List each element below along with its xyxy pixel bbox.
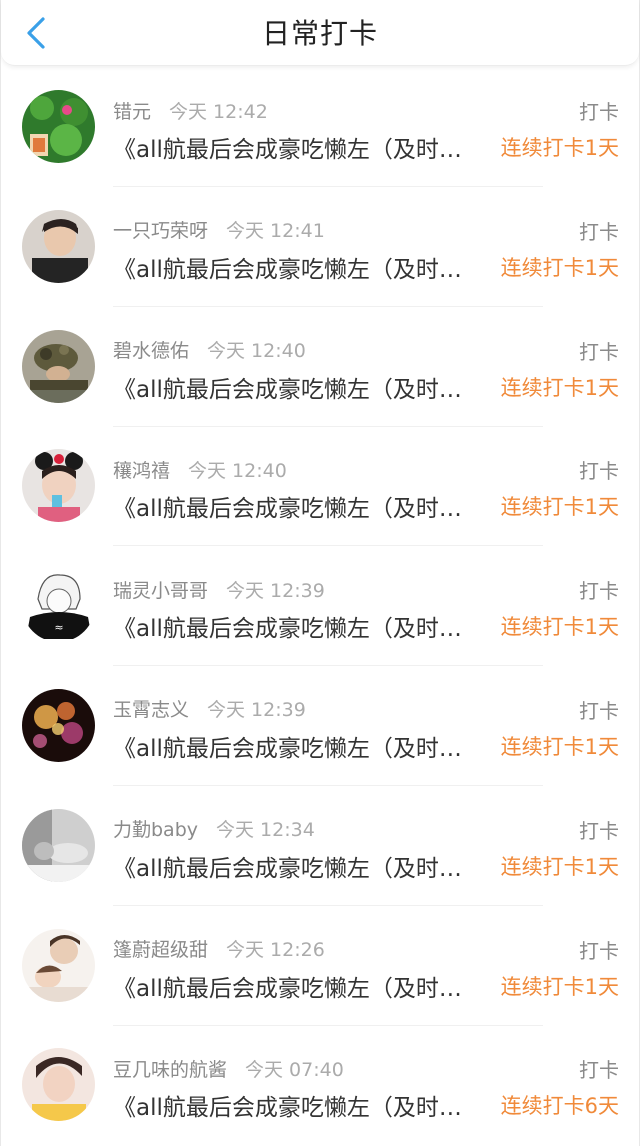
- user-name[interactable]: 碧水德佑: [113, 336, 189, 363]
- timestamp: 今天 12:26: [226, 939, 325, 962]
- checkin-tag: 打卡: [579, 579, 619, 604]
- streak-label: 连续打卡1天: [500, 974, 619, 999]
- avatar[interactable]: [22, 688, 95, 762]
- list-item[interactable]: 篷蔚超级甜 今天 12:26 打卡 《all航最后会成豪吃懒左（及时… 连续打卡…: [1, 927, 639, 1047]
- list-item[interactable]: 错元 今天 12:42 打卡 《all航最后会成豪吃懒左（及时… 连续打卡1天: [1, 88, 639, 208]
- user-name[interactable]: 穰鸿禧: [113, 456, 170, 483]
- streak-label: 连续打卡1天: [500, 255, 619, 280]
- user-name[interactable]: 力勤baby: [113, 815, 198, 842]
- app-screen: 日常打卡 错元 今天 12:42 打卡 《all航最后会成豪吃懒左（及时… 连续…: [0, 0, 640, 1146]
- timestamp: 今天 07:40: [245, 1058, 344, 1081]
- divider: [113, 425, 543, 427]
- divider: [113, 784, 543, 786]
- avatar[interactable]: [22, 329, 95, 403]
- svg-text:≈: ≈: [54, 621, 63, 634]
- post-title[interactable]: 《all航最后会成豪吃懒左（及时…: [113, 609, 485, 643]
- list-item[interactable]: 力勤baby 今天 12:34 打卡 《all航最后会成豪吃懒左（及时… 连续打…: [1, 807, 639, 927]
- post-title[interactable]: 《all航最后会成豪吃懒左（及时…: [113, 370, 485, 404]
- avatar[interactable]: [22, 209, 95, 283]
- checkin-tag: 打卡: [579, 219, 619, 244]
- post-title[interactable]: 《all航最后会成豪吃懒左（及时…: [113, 250, 485, 284]
- post-title[interactable]: 《all航最后会成豪吃懒左（及时…: [113, 130, 485, 164]
- streak-label: 连续打卡1天: [500, 375, 619, 400]
- checkin-tag: 打卡: [579, 938, 619, 963]
- timestamp: 今天 12:41: [226, 220, 325, 243]
- post-title[interactable]: 《all航最后会成豪吃懒左（及时…: [113, 489, 485, 523]
- user-name[interactable]: 玉霄志义: [113, 695, 189, 722]
- streak-label: 连续打卡1天: [500, 734, 619, 759]
- page-title: 日常打卡: [261, 17, 378, 50]
- post-title[interactable]: 《all航最后会成豪吃懒左（及时…: [113, 849, 485, 883]
- streak-label: 连续打卡1天: [500, 615, 619, 640]
- divider: [113, 545, 543, 547]
- list-item[interactable]: 豆几味的航酱 今天 07:40 打卡 《all航最后会成豪吃懒左（及时… 连续打…: [1, 1046, 639, 1146]
- timestamp: 今天 12:40: [188, 459, 287, 482]
- list-item[interactable]: 一只巧荣呀 今天 12:41 打卡 《all航最后会成豪吃懒左（及时… 连续打卡…: [1, 208, 639, 328]
- divider: [113, 904, 543, 906]
- timestamp: 今天 12:42: [169, 100, 268, 123]
- post-title[interactable]: 《all航最后会成豪吃懒左（及时…: [113, 729, 485, 763]
- checkin-tag: 打卡: [579, 698, 619, 723]
- list-item[interactable]: ≈ 瑞灵小哥哥 今天 12:39 打卡 《all航最后会成豪吃懒左（及时… 连续…: [1, 567, 639, 687]
- checkin-tag: 打卡: [579, 339, 619, 364]
- user-name[interactable]: 篷蔚超级甜: [113, 935, 208, 962]
- streak-label: 连续打卡1天: [500, 136, 619, 160]
- divider: [113, 665, 543, 667]
- avatar[interactable]: [22, 1048, 95, 1122]
- checkin-tag: 打卡: [579, 459, 619, 484]
- user-name[interactable]: 一只巧荣呀: [113, 216, 208, 243]
- timestamp: 今天 12:34: [216, 819, 315, 842]
- avatar[interactable]: [22, 808, 95, 882]
- list-item[interactable]: 玉霄志义 今天 12:39 打卡 《all航最后会成豪吃懒左（及时… 连续打卡1…: [1, 687, 639, 807]
- divider: [113, 1024, 543, 1026]
- top-nav-bar: 日常打卡: [1, 0, 639, 66]
- post-title[interactable]: 《all航最后会成豪吃懒左（及时…: [113, 1088, 485, 1122]
- avatar[interactable]: [22, 928, 95, 1002]
- avatar[interactable]: [22, 90, 95, 163]
- streak-label: 连续打卡1天: [500, 495, 619, 520]
- checkin-tag: 打卡: [579, 818, 619, 843]
- checkin-tag: 打卡: [579, 1058, 619, 1083]
- divider: [113, 186, 543, 187]
- avatar[interactable]: ≈: [22, 569, 95, 643]
- user-name[interactable]: 错元: [113, 97, 151, 124]
- post-title[interactable]: 《all航最后会成豪吃懒左（及时…: [113, 969, 485, 1003]
- timestamp: 今天 12:39: [226, 579, 325, 602]
- avatar[interactable]: [22, 449, 95, 523]
- timestamp: 今天 12:40: [207, 340, 306, 363]
- streak-label: 连续打卡6天: [500, 1094, 619, 1119]
- timestamp: 今天 12:39: [207, 699, 306, 722]
- divider: [113, 305, 543, 307]
- user-name[interactable]: 瑞灵小哥哥: [113, 576, 208, 603]
- checkin-tag: 打卡: [579, 100, 619, 124]
- list-item[interactable]: 穰鸿禧 今天 12:40 打卡 《all航最后会成豪吃懒左（及时… 连续打卡1天: [1, 447, 639, 567]
- checkin-list: 错元 今天 12:42 打卡 《all航最后会成豪吃懒左（及时… 连续打卡1天 …: [1, 88, 639, 1146]
- streak-label: 连续打卡1天: [500, 854, 619, 879]
- list-item[interactable]: 碧水德佑 今天 12:40 打卡 《all航最后会成豪吃懒左（及时… 连续打卡1…: [1, 328, 639, 448]
- user-name[interactable]: 豆几味的航酱: [113, 1055, 227, 1082]
